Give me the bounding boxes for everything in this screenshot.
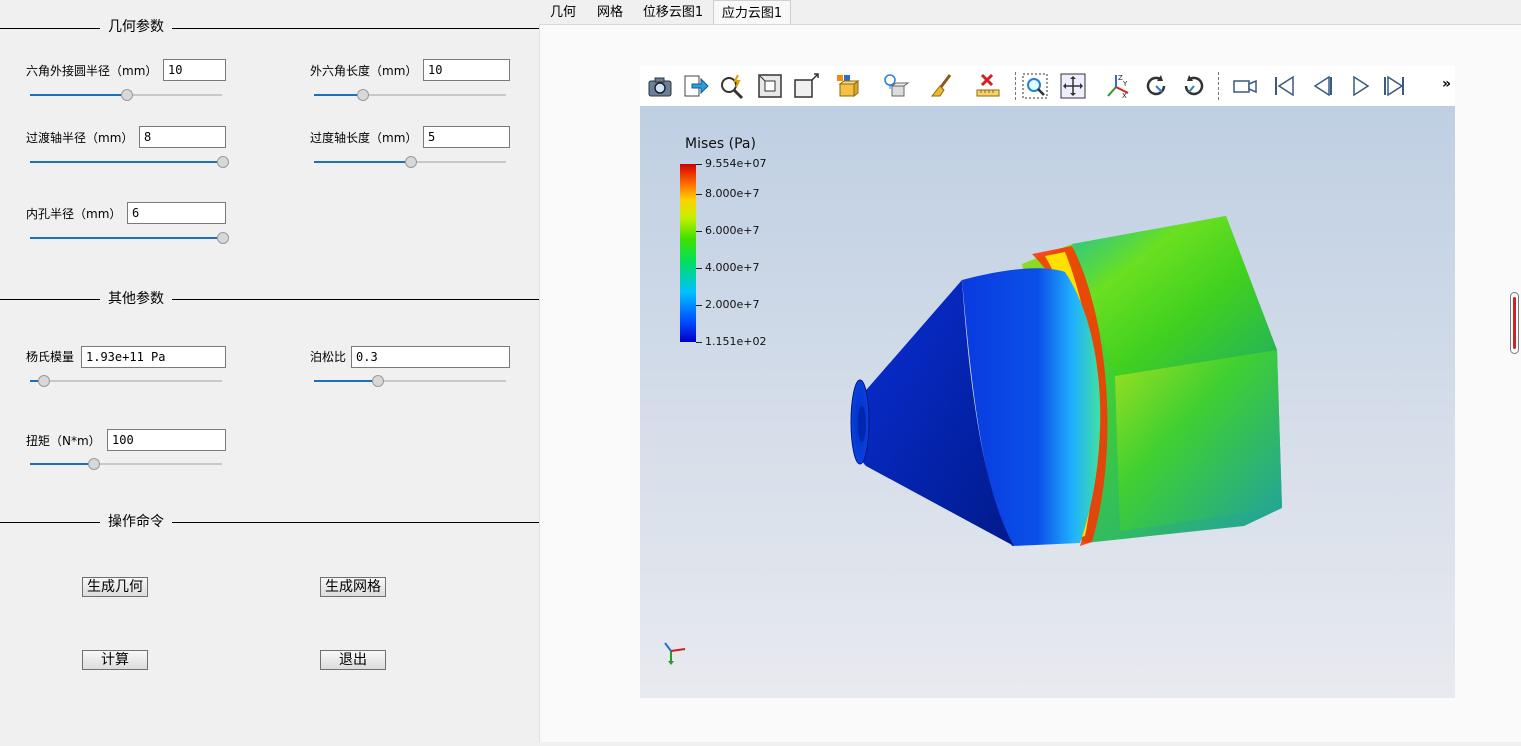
slider-handle[interactable] <box>38 375 50 387</box>
viewer-toolbar: ZYX » <box>640 66 1455 106</box>
axes-triad <box>664 642 686 665</box>
hole-radius-input[interactable]: 6 <box>127 202 226 224</box>
brush-icon[interactable] <box>928 72 956 100</box>
tab-geometry[interactable]: 几何 <box>545 0 581 24</box>
fit-view-icon[interactable] <box>756 72 784 100</box>
svg-text:Y: Y <box>1122 80 1128 88</box>
slider-handle[interactable] <box>217 156 229 168</box>
group-divider <box>0 299 539 300</box>
poisson-ratio-input[interactable]: 0.3 <box>351 346 510 368</box>
cube-color-icon[interactable] <box>834 72 862 100</box>
generate-mesh-button[interactable]: 生成网格 <box>320 577 386 597</box>
trans-radius-label: 过渡轴半径（mm） <box>26 131 134 145</box>
torque-label: 扭矩（N*m） <box>26 434 101 448</box>
trans-length-label: 过度轴长度（mm） <box>310 131 418 145</box>
first-frame-icon[interactable] <box>1270 72 1298 100</box>
light-icon[interactable] <box>882 72 910 100</box>
torque-slider[interactable] <box>30 458 222 470</box>
3d-viewport[interactable]: Mises (Pa) 9.554e+07 8.000e+7 6.000e+7 4… <box>640 106 1455 698</box>
poisson-ratio-slider[interactable] <box>314 375 506 387</box>
exit-button[interactable]: 退出 <box>320 650 386 670</box>
group-divider <box>0 28 539 29</box>
tab-mesh[interactable]: 网格 <box>591 0 629 24</box>
play-icon[interactable] <box>1346 72 1374 100</box>
group-title-commands: 操作命令 <box>100 513 172 531</box>
zoom-box-icon[interactable] <box>1021 72 1049 100</box>
trans-length-input[interactable]: 5 <box>423 126 510 148</box>
toolbar-separator <box>1015 72 1017 100</box>
slider-handle[interactable] <box>88 458 100 470</box>
youngs-modulus-input[interactable]: 1.93e+11 Pa <box>81 346 226 368</box>
trans-radius-input[interactable]: 8 <box>139 126 226 148</box>
slider-handle[interactable] <box>357 89 369 101</box>
tab-bar: 几何 网格 位移云图1 应力云图1 <box>539 0 1521 25</box>
box-select-icon[interactable] <box>792 72 820 100</box>
hex-length-slider[interactable] <box>314 89 506 101</box>
hex-radius-input[interactable]: 10 <box>163 59 226 81</box>
last-frame-icon[interactable] <box>1380 72 1408 100</box>
group-title-geometry: 几何参数 <box>100 18 172 36</box>
pan-move-icon[interactable] <box>1059 72 1087 100</box>
trans-radius-slider[interactable] <box>30 156 229 168</box>
poisson-ratio-label: 泊松比 <box>310 350 347 364</box>
zoom-magic-icon[interactable] <box>718 72 746 100</box>
slider-handle[interactable] <box>217 232 229 244</box>
toolbar-overflow-button[interactable]: » <box>1442 76 1451 92</box>
export-icon[interactable] <box>682 72 710 100</box>
slider-handle[interactable] <box>121 89 133 101</box>
slider-handle[interactable] <box>372 375 384 387</box>
torque-input[interactable]: 100 <box>107 429 226 451</box>
slider-handle[interactable] <box>405 156 417 168</box>
results-area: 几何 网格 位移云图1 应力云图1 Z Y X » Mises (Pa) 9.5… <box>539 0 1521 746</box>
hex-radius-slider[interactable] <box>30 89 222 101</box>
trans-length-slider[interactable] <box>314 156 506 168</box>
scrollbar[interactable] <box>1510 292 1519 354</box>
youngs-modulus-label: 杨氏模量 <box>26 350 75 364</box>
hole-radius-label: 内孔半径（mm） <box>26 207 122 221</box>
svg-text:X: X <box>1122 92 1127 100</box>
camera-icon[interactable] <box>646 72 674 100</box>
group-divider <box>0 522 539 523</box>
video-camera-icon[interactable] <box>1231 72 1259 100</box>
toolbar-separator <box>1218 72 1220 100</box>
rotate-ccw-icon[interactable] <box>1180 72 1208 100</box>
hex-length-label: 外六角长度（mm） <box>310 64 418 78</box>
generate-geometry-button[interactable]: 生成几何 <box>82 577 148 597</box>
tab-stress-contour[interactable]: 应力云图1 <box>713 0 791 25</box>
axes-icon[interactable]: ZYX <box>1104 72 1132 100</box>
group-title-other: 其他参数 <box>100 290 172 308</box>
rotate-cw-icon[interactable] <box>1142 72 1170 100</box>
parameter-panel: 几何参数 六角外接圆半径（mm） 10 外六角长度（mm） 10 过渡轴半径（m… <box>0 0 539 746</box>
youngs-modulus-slider[interactable] <box>30 375 222 387</box>
tab-displacement-contour[interactable]: 位移云图1 <box>639 0 707 24</box>
stress-contour-model <box>664 216 1282 665</box>
ruler-clear-icon[interactable] <box>974 72 1002 100</box>
hex-radius-label: 六角外接圆半径（mm） <box>26 64 158 78</box>
hex-length-input[interactable]: 10 <box>423 59 510 81</box>
compute-button[interactable]: 计算 <box>82 650 148 670</box>
prev-frame-icon[interactable] <box>1308 72 1336 100</box>
hole-radius-slider[interactable] <box>30 232 229 244</box>
